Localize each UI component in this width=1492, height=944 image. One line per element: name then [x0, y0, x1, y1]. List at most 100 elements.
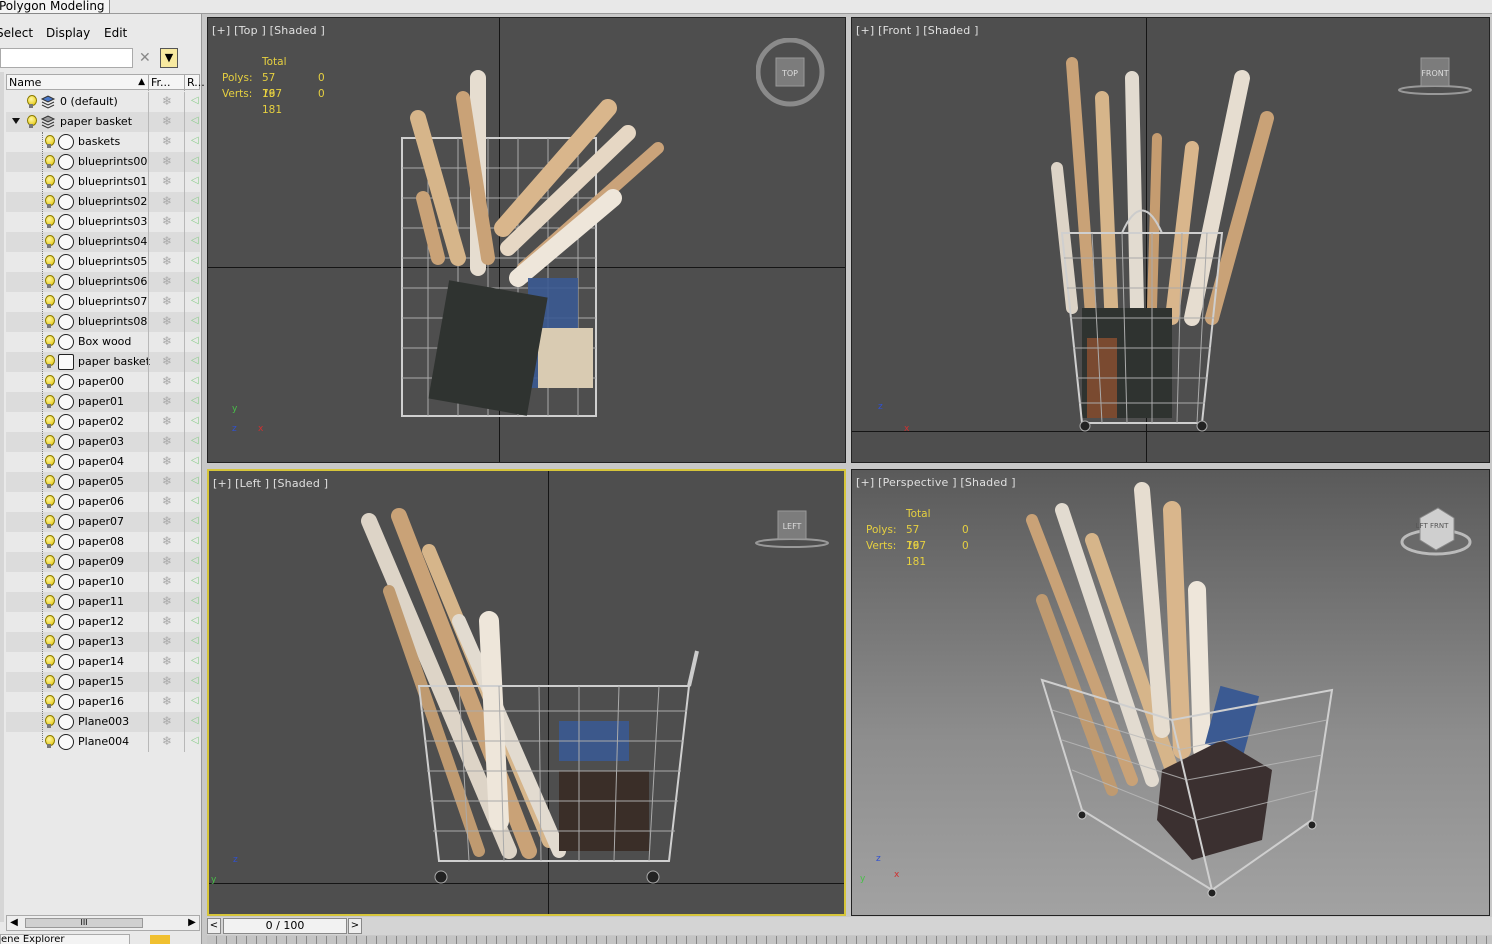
render-toggle-icon[interactable]: ◁ — [191, 335, 199, 347]
visibility-bulb-icon[interactable] — [44, 515, 55, 529]
object-row[interactable]: paper13 ❄ ◁ — [6, 632, 200, 652]
render-toggle-icon[interactable]: ◁ — [191, 355, 199, 367]
object-row[interactable]: paper09 ❄ ◁ — [6, 552, 200, 572]
render-toggle-icon[interactable]: ◁ — [191, 655, 199, 667]
time-slider[interactable]: < 0 / 100 > — [207, 917, 1492, 935]
track-bar[interactable] — [207, 936, 1492, 944]
visibility-bulb-icon[interactable] — [44, 495, 55, 509]
render-toggle-icon[interactable]: ◁ — [191, 575, 199, 587]
viewcube-perspective[interactable] — [1398, 500, 1474, 564]
render-toggle-icon[interactable]: ◁ — [191, 235, 199, 247]
freeze-icon[interactable]: ❄ — [162, 595, 174, 607]
render-toggle-icon[interactable]: ◁ — [191, 155, 199, 167]
render-toggle-icon[interactable]: ◁ — [191, 475, 199, 487]
viewport-label[interactable]: [+] [Left ] [Shaded ] — [213, 477, 328, 490]
object-row[interactable]: paper11 ❄ ◁ — [6, 592, 200, 612]
visibility-bulb-icon[interactable] — [44, 535, 55, 549]
render-toggle-icon[interactable]: ◁ — [191, 735, 199, 747]
render-toggle-icon[interactable]: ◁ — [191, 95, 199, 107]
visibility-bulb-icon[interactable] — [44, 555, 55, 569]
expand-arrow-icon[interactable] — [12, 118, 20, 124]
freeze-icon[interactable]: ❄ — [162, 375, 174, 387]
freeze-icon[interactable]: ❄ — [162, 395, 174, 407]
object-row[interactable]: baskets ❄ ◁ — [6, 132, 200, 152]
freeze-icon[interactable]: ❄ — [162, 675, 174, 687]
object-row[interactable]: blueprints03 ❄ ◁ — [6, 212, 200, 232]
visibility-bulb-icon[interactable] — [44, 575, 55, 589]
layer-row[interactable]: 0 (default) ❄ ◁ — [6, 92, 200, 112]
freeze-icon[interactable]: ❄ — [162, 335, 174, 347]
visibility-bulb-icon[interactable] — [44, 595, 55, 609]
scroll-right-icon[interactable]: ▶ — [185, 916, 199, 930]
time-prev-button[interactable]: < — [207, 918, 221, 934]
visibility-bulb-icon[interactable] — [44, 295, 55, 309]
freeze-icon[interactable]: ❄ — [162, 415, 174, 427]
freeze-icon[interactable]: ❄ — [162, 695, 174, 707]
visibility-bulb-icon[interactable] — [44, 455, 55, 469]
object-row[interactable]: paper08 ❄ ◁ — [6, 532, 200, 552]
freeze-icon[interactable]: ❄ — [162, 475, 174, 487]
object-row[interactable]: blueprints07 ❄ ◁ — [6, 292, 200, 312]
object-row[interactable]: Box wood ❄ ◁ — [6, 332, 200, 352]
menu-display[interactable]: Display — [46, 26, 90, 40]
visibility-bulb-icon[interactable] — [44, 255, 55, 269]
viewport-label[interactable]: [+] [Top ] [Shaded ] — [212, 24, 325, 37]
render-toggle-icon[interactable]: ◁ — [191, 295, 199, 307]
column-render[interactable]: R... — [185, 75, 205, 91]
render-toggle-icon[interactable]: ◁ — [191, 675, 199, 687]
visibility-bulb-icon[interactable] — [44, 655, 55, 669]
render-toggle-icon[interactable]: ◁ — [191, 595, 199, 607]
freeze-icon[interactable]: ❄ — [162, 615, 174, 627]
freeze-icon[interactable]: ❄ — [162, 735, 174, 747]
filter-icon[interactable]: ▼ — [160, 48, 178, 68]
visibility-bulb-icon[interactable] — [44, 695, 55, 709]
render-toggle-icon[interactable]: ◁ — [191, 115, 199, 127]
visibility-bulb-icon[interactable] — [44, 155, 55, 169]
ribbon-tab-polygon-modeling[interactable]: Polygon Modeling — [0, 0, 110, 14]
freeze-icon[interactable]: ❄ — [162, 195, 174, 207]
object-row[interactable]: paper10 ❄ ◁ — [6, 572, 200, 592]
object-row[interactable]: blueprints08 ❄ ◁ — [6, 312, 200, 332]
freeze-icon[interactable]: ❄ — [162, 635, 174, 647]
render-toggle-icon[interactable]: ◁ — [191, 435, 199, 447]
object-row[interactable]: paper14 ❄ ◁ — [6, 652, 200, 672]
object-row[interactable]: paper12 ❄ ◁ — [6, 612, 200, 632]
freeze-icon[interactable]: ❄ — [162, 435, 174, 447]
visibility-bulb-icon[interactable] — [44, 415, 55, 429]
visibility-bulb-icon[interactable] — [44, 435, 55, 449]
scroll-left-icon[interactable]: ◀ — [7, 916, 21, 930]
render-toggle-icon[interactable]: ◁ — [191, 515, 199, 527]
menu-edit[interactable]: Edit — [104, 26, 127, 40]
viewport-left[interactable]: [+] [Left ] [Shaded ] LEFT z y — [207, 469, 846, 916]
render-toggle-icon[interactable]: ◁ — [191, 135, 199, 147]
object-row[interactable]: paper05 ❄ ◁ — [6, 472, 200, 492]
object-row[interactable]: paper01 ❄ ◁ — [6, 392, 200, 412]
visibility-bulb-icon[interactable] — [44, 675, 55, 689]
freeze-icon[interactable]: ❄ — [162, 155, 174, 167]
object-row[interactable]: paper04 ❄ ◁ — [6, 452, 200, 472]
object-row[interactable]: Plane004 ❄ ◁ — [6, 732, 200, 752]
freeze-icon[interactable]: ❄ — [162, 295, 174, 307]
freeze-icon[interactable]: ❄ — [162, 455, 174, 467]
freeze-icon[interactable]: ❄ — [162, 315, 174, 327]
freeze-icon[interactable]: ❄ — [162, 575, 174, 587]
freeze-icon[interactable]: ❄ — [162, 355, 174, 367]
layer-row[interactable]: paper basket ❄ ◁ — [6, 112, 200, 132]
visibility-bulb-icon[interactable] — [44, 275, 55, 289]
viewport-label[interactable]: [+] [Perspective ] [Shaded ] — [856, 476, 1016, 489]
object-row[interactable]: blueprints06 ❄ ◁ — [6, 272, 200, 292]
object-row[interactable]: paper basket ❄ ◁ — [6, 352, 200, 372]
render-toggle-icon[interactable]: ◁ — [191, 535, 199, 547]
visibility-bulb-icon[interactable] — [44, 375, 55, 389]
object-row[interactable]: paper03 ❄ ◁ — [6, 432, 200, 452]
visibility-bulb-icon[interactable] — [44, 215, 55, 229]
render-toggle-icon[interactable]: ◁ — [191, 195, 199, 207]
visibility-bulb-icon[interactable] — [44, 395, 55, 409]
freeze-icon[interactable]: ❄ — [162, 715, 174, 727]
object-row[interactable]: paper07 ❄ ◁ — [6, 512, 200, 532]
object-row[interactable]: paper00 ❄ ◁ — [6, 372, 200, 392]
time-slider-thumb[interactable]: 0 / 100 — [223, 918, 347, 934]
object-row[interactable]: paper15 ❄ ◁ — [6, 672, 200, 692]
scrollbar-thumb[interactable]: III — [25, 918, 143, 928]
freeze-icon[interactable]: ❄ — [162, 95, 174, 107]
